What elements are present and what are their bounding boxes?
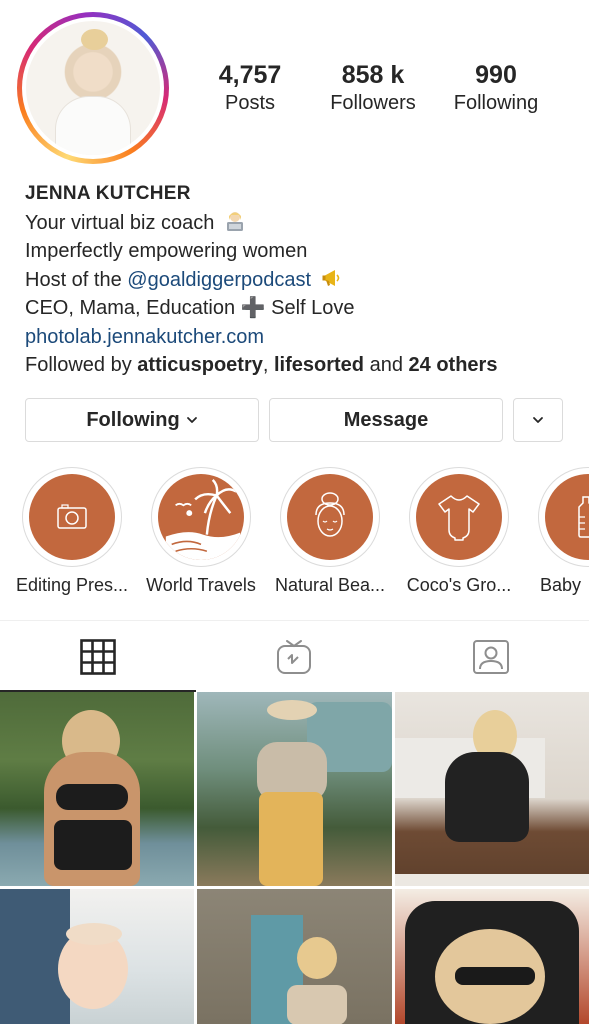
highlight-world-travels[interactable]: World Travels bbox=[136, 467, 266, 596]
profile-bio: JENNA KUTCHER Your virtual biz coach Imp… bbox=[25, 180, 580, 380]
post-thumbnail[interactable] bbox=[395, 889, 589, 1024]
highlight-natural-beauty[interactable]: Natural Bea... bbox=[265, 467, 395, 596]
bottle-icon bbox=[578, 496, 589, 538]
camera-icon bbox=[57, 504, 87, 529]
woman-laptop-emoji-icon bbox=[226, 211, 243, 231]
highlight-label: Natural Bea... bbox=[274, 575, 386, 595]
profile-avatar bbox=[26, 21, 160, 155]
bio-line-3: Host of the @goaldiggerpodcast bbox=[25, 266, 580, 295]
profile-stats: 4,757 Posts 858 k Followers 990 Followin… bbox=[200, 60, 570, 116]
profile-avatar-ring[interactable] bbox=[17, 12, 169, 164]
onesie-icon bbox=[438, 495, 480, 541]
post-thumbnail[interactable] bbox=[0, 889, 194, 1024]
highlight-label: World Travels bbox=[146, 575, 256, 595]
post-thumbnail[interactable] bbox=[197, 692, 392, 886]
face-icon bbox=[315, 492, 345, 537]
following-button[interactable]: Following bbox=[25, 398, 259, 442]
tab-tagged[interactable] bbox=[393, 621, 589, 692]
posts-label: Posts bbox=[224, 92, 276, 114]
suggested-accounts-button[interactable] bbox=[513, 398, 563, 442]
chevron-down-icon bbox=[186, 417, 197, 423]
website-link[interactable]: photolab.jennakutcher.com bbox=[25, 323, 580, 352]
profile-name: JENNA KUTCHER bbox=[25, 183, 191, 204]
followers-count: 858 k bbox=[341, 61, 405, 89]
tagged-person-icon bbox=[472, 639, 509, 674]
highlight-cocos-growth[interactable]: Coco's Gro... bbox=[394, 467, 524, 596]
post-thumbnail[interactable] bbox=[0, 692, 194, 886]
followers-stat[interactable]: 858 k Followers bbox=[318, 60, 428, 116]
podcast-handle-link[interactable]: @goaldiggerpodcast bbox=[127, 269, 311, 291]
following-button-label: Following bbox=[86, 408, 180, 431]
message-button[interactable]: Message bbox=[269, 398, 503, 442]
followed-by-and: and bbox=[369, 354, 403, 376]
highlight-label: Coco's Gro... bbox=[406, 575, 512, 595]
followed-by-prefix: Followed by bbox=[25, 354, 132, 376]
followed-by: Followed by atticuspoetry, lifesorted an… bbox=[25, 351, 580, 380]
highlight-label: Baby bbox=[540, 575, 582, 595]
bio-line-1: Your virtual biz coach bbox=[25, 209, 580, 238]
following-count: 990 bbox=[475, 61, 517, 89]
grid-icon bbox=[80, 638, 116, 675]
followers-label: Followers bbox=[330, 92, 416, 114]
post-thumbnail[interactable] bbox=[197, 889, 392, 1024]
chevron-down-icon bbox=[533, 417, 543, 423]
igtv-icon bbox=[277, 639, 312, 674]
highlight-label: Editing Pres... bbox=[15, 575, 129, 595]
following-stat[interactable]: 990 Following bbox=[436, 60, 556, 116]
followed-user-atticuspoetry[interactable]: atticuspoetry bbox=[137, 354, 263, 376]
bio-line-3-prefix: Host of the bbox=[25, 268, 122, 291]
megaphone-emoji-icon bbox=[322, 269, 339, 286]
bio-line-4: CEO, Mama, Education ➕ Self Love bbox=[25, 297, 355, 319]
message-button-label: Message bbox=[343, 408, 429, 431]
tab-grid[interactable] bbox=[0, 621, 197, 692]
posts-count: 4,757 bbox=[218, 61, 282, 89]
highlight-baby[interactable]: Baby bbox=[523, 467, 589, 596]
followed-by-separator: , bbox=[262, 354, 269, 376]
palm-beach-icon bbox=[165, 479, 241, 560]
tab-igtv[interactable] bbox=[196, 621, 392, 692]
highlight-editing-presets[interactable]: Editing Pres... bbox=[7, 467, 137, 596]
bio-line-1-text: Your virtual biz coach bbox=[25, 211, 215, 234]
followed-others-link[interactable]: 24 others bbox=[409, 354, 498, 376]
posts-stat[interactable]: 4,757 Posts bbox=[200, 60, 300, 116]
profile-tabs bbox=[0, 620, 589, 692]
bio-line-2: Imperfectly empowering women bbox=[25, 240, 308, 262]
post-thumbnail[interactable] bbox=[395, 692, 589, 886]
followed-user-lifesorted[interactable]: lifesorted bbox=[274, 354, 364, 376]
following-label: Following bbox=[453, 92, 539, 114]
